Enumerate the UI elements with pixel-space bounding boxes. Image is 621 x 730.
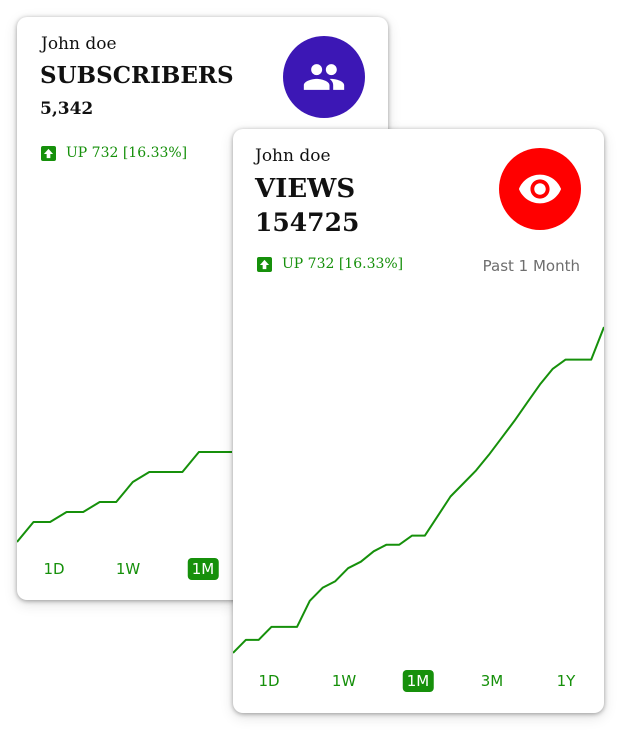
views-card: John doe VIEWS 154725 UP 732 [16.33%] Pa… [233, 129, 604, 713]
series-line [17, 451, 232, 543]
range-selector: 1D 1W 1M 3M 1Y [233, 670, 604, 694]
range-1w[interactable]: 1W [112, 558, 144, 580]
series-line [233, 326, 604, 654]
range-1d[interactable]: 1D [39, 558, 68, 580]
range-1m[interactable]: 1M [187, 558, 219, 580]
range-1d[interactable]: 1D [254, 670, 283, 692]
range-3m[interactable]: 3M [477, 670, 508, 692]
range-1m[interactable]: 1M [402, 670, 434, 692]
range-1w[interactable]: 1W [328, 670, 360, 692]
views-line-chart [233, 326, 604, 654]
range-1y[interactable]: 1Y [553, 670, 580, 692]
